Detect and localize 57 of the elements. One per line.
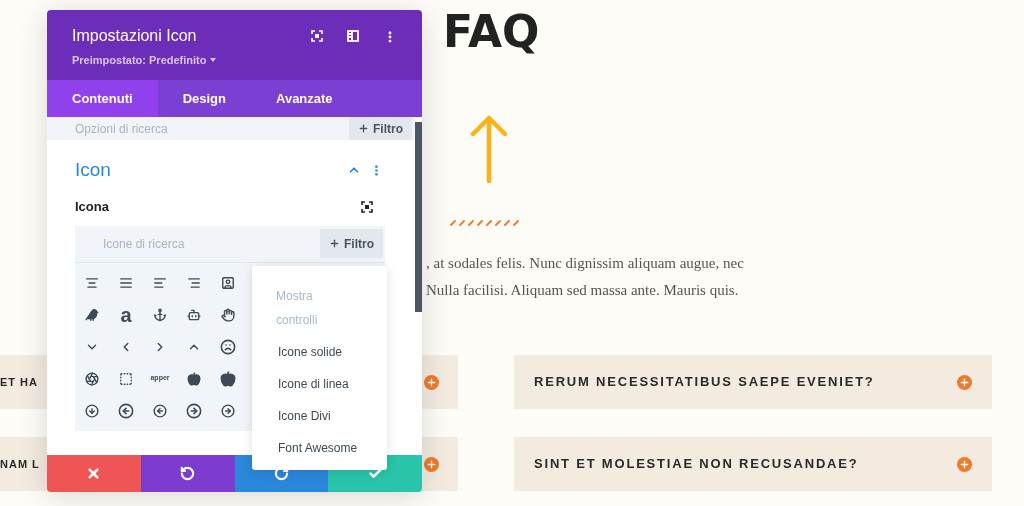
menu-item[interactable]: Icone solide (276, 336, 387, 368)
circle-arrow-left-icon[interactable] (153, 403, 167, 418)
menu-item[interactable]: Font Awesome (276, 432, 387, 464)
apple-icon[interactable] (220, 370, 236, 387)
plus-icon[interactable] (957, 374, 972, 390)
square-icon[interactable] (119, 371, 133, 386)
circle-arrow-down-icon[interactable] (85, 403, 99, 418)
accordion-row[interactable]: RERUM NECESSITATIBUS SAEPE EVENIET? (514, 355, 992, 409)
accordion-row[interactable]: SINT ET MOLESTIAE NON RECUSANDAE? (514, 437, 992, 491)
aperture-icon[interactable] (85, 371, 99, 386)
accordion-title: NAM L (0, 456, 40, 472)
accordion-title: SINT ET MOLESTIAE NON RECUSANDAE? (534, 455, 859, 474)
align-center-icon[interactable] (85, 275, 99, 290)
paragraph-line: Nulla facilisi. Aliquam sed massa ante. Mauris quis. (426, 281, 740, 300)
up-arrow-icon (470, 114, 508, 184)
filter-button[interactable]: Filtro (320, 229, 383, 258)
section-title[interactable]: Icon (75, 158, 111, 182)
field-label: Icona (75, 198, 109, 216)
plus-icon[interactable] (424, 456, 439, 472)
circle-arrow-right-icon[interactable] (221, 403, 235, 418)
panel-tab[interactable]: Design (157, 80, 251, 117)
panel-tab[interactable]: Avanzate (251, 80, 358, 117)
align-justify-icon[interactable] (119, 275, 133, 290)
robot-icon[interactable] (187, 307, 201, 322)
search-bar[interactable]: Opzioni di ricerca Filtro (47, 117, 415, 140)
bird-icon[interactable] (85, 307, 99, 322)
page-title: FAQ (443, 8, 540, 56)
plus-icon (329, 238, 340, 249)
plus-icon[interactable] (424, 374, 439, 390)
filter-button[interactable]: Filtro (349, 117, 412, 140)
apple-icon[interactable] (187, 371, 201, 386)
accordion-title: RERUM NECESSITATIBUS SAEPE EVENIET? (534, 373, 875, 392)
accordion-title: ET HA (0, 374, 38, 390)
plus-icon[interactable] (957, 456, 972, 472)
icon-option[interactable]: a (120, 304, 132, 325)
circle-arrow-left-icon[interactable] (118, 402, 134, 419)
focus-icon[interactable] (361, 200, 373, 213)
menu-item[interactable]: Icone di linea (276, 368, 387, 400)
caret-icon (210, 58, 217, 63)
anchor-icon[interactable] (153, 307, 167, 322)
panel-tab[interactable]: Contenuti (47, 80, 158, 117)
circle-arrow-right-icon[interactable] (186, 402, 202, 419)
sidebar-layout-icon[interactable] (347, 30, 359, 42)
square-figure-icon[interactable] (221, 275, 235, 290)
undo-button[interactable] (140, 455, 235, 492)
hand-icon[interactable] (221, 307, 235, 322)
menu-item[interactable]: Icone Divi (276, 400, 387, 432)
preset-selector[interactable]: Preimpostato: Predefinito (72, 52, 217, 69)
undo-icon (180, 466, 196, 481)
align-left-icon[interactable] (153, 275, 167, 290)
paragraph-line: , at sodales felis. Nunc dignissim aliquam augue, nec (426, 254, 745, 273)
panel-title: Impostazioni Icon (72, 26, 198, 46)
plus-icon (358, 123, 369, 134)
align-right-icon[interactable] (187, 275, 201, 290)
menu-heading: Mostra controlli (276, 288, 319, 329)
frown-icon[interactable] (220, 338, 236, 355)
scrollbar[interactable] (415, 122, 422, 312)
